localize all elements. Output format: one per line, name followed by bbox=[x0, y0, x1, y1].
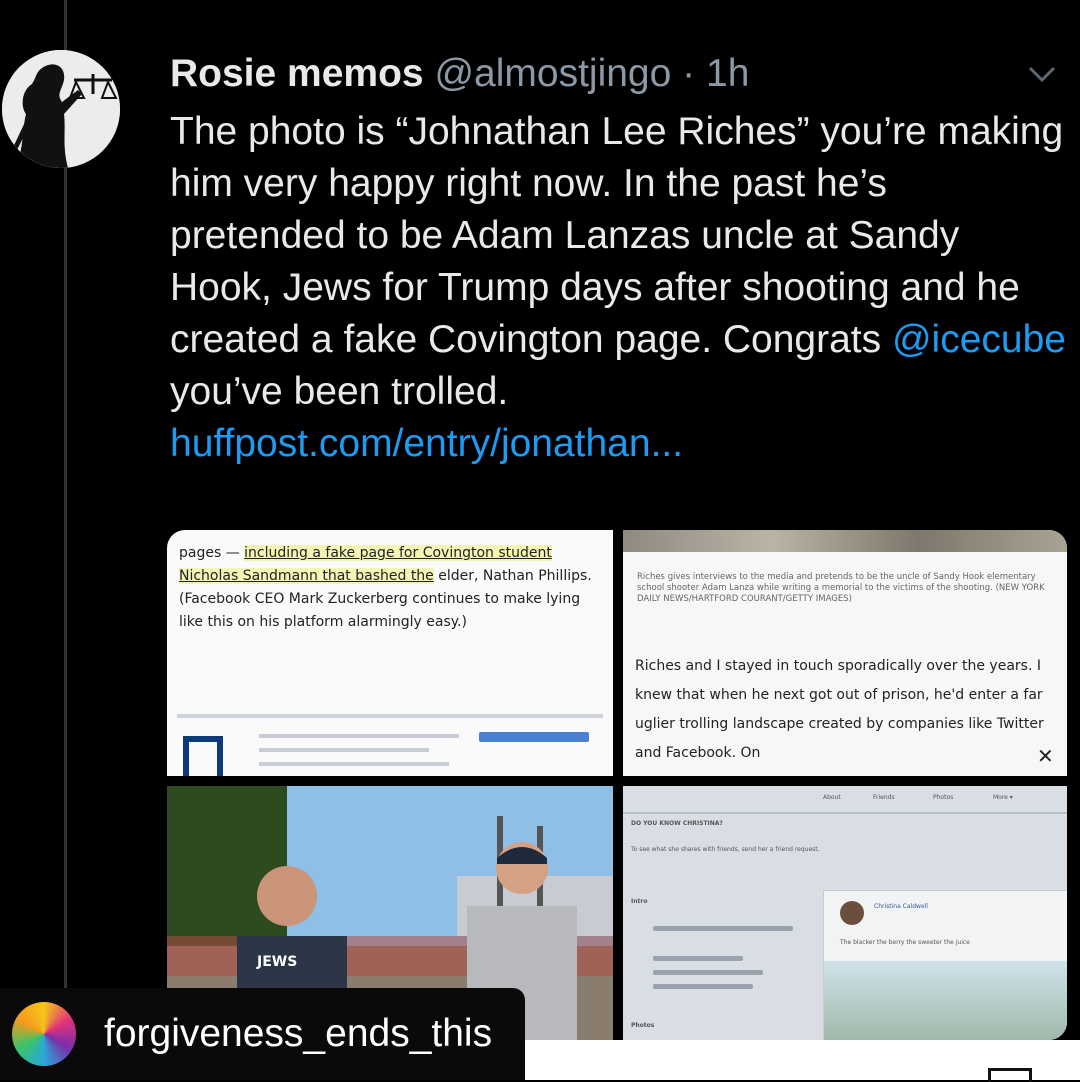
screenshot-button bbox=[479, 732, 589, 742]
article-text-start: pages — bbox=[179, 545, 245, 561]
profile-avatar[interactable] bbox=[2, 50, 120, 168]
fb-post-name: Christina Caldwell bbox=[874, 903, 928, 910]
screenshot-toolbar bbox=[177, 714, 603, 718]
fb-tab-about: About bbox=[823, 794, 841, 801]
fb-intro-line bbox=[653, 970, 763, 975]
repost-avatar[interactable] bbox=[12, 1002, 76, 1066]
fb-post-card: Christina Caldwell The blacker the berry… bbox=[823, 890, 1067, 1040]
repost-attribution[interactable]: forgiveness_ends_this bbox=[0, 988, 525, 1080]
shirt-text: JEWS bbox=[257, 954, 298, 970]
tweet-timestamp[interactable]: 1h bbox=[706, 52, 749, 95]
fb-see-prompt: To see what she shares with friends, sen… bbox=[631, 846, 820, 853]
screenshot-lines bbox=[259, 762, 449, 766]
article-text: pages — including a fake page for Coving… bbox=[179, 542, 599, 634]
separator-dot: · bbox=[682, 52, 696, 95]
fb-post-text: The blacker the berry the sweeter the ju… bbox=[840, 939, 970, 946]
close-icon[interactable]: ✕ bbox=[1037, 744, 1054, 769]
photo-caption: Riches gives interviews to the media and… bbox=[637, 572, 1045, 604]
screenshot-lines bbox=[259, 734, 459, 738]
lady-justice-icon bbox=[2, 50, 120, 168]
article-photo-strip bbox=[623, 530, 1067, 552]
chevron-down-icon[interactable] bbox=[1022, 60, 1062, 90]
user-handle[interactable]: @almostjingo bbox=[434, 52, 671, 95]
fb-intro-line bbox=[653, 984, 753, 989]
article-link[interactable]: huffpost.com/entry/jonathan... bbox=[170, 422, 683, 465]
screenshot-lines bbox=[259, 748, 429, 752]
fb-know-prompt: DO YOU KNOW CHRISTINA? bbox=[631, 820, 723, 827]
repost-username[interactable]: forgiveness_ends_this bbox=[104, 1012, 492, 1056]
fb-intro-line bbox=[653, 926, 793, 931]
tweet-text-end: you’ve been trolled. bbox=[170, 370, 509, 413]
school-logo bbox=[183, 736, 223, 776]
fb-tab-more: More ▾ bbox=[993, 794, 1013, 801]
fb-post-avatar bbox=[840, 901, 864, 925]
fb-divider bbox=[623, 812, 1067, 814]
article-body: Riches and I stayed in touch sporadicall… bbox=[635, 658, 1044, 761]
fb-intro-label: Intro bbox=[631, 898, 648, 905]
tweet-text: The photo is “Johnathan Lee Riches” you’… bbox=[170, 106, 1070, 470]
fb-tab-friends: Friends bbox=[873, 794, 895, 801]
fb-post-image bbox=[824, 961, 1067, 1040]
article-clip-riches[interactable]: Riches gives interviews to the media and… bbox=[623, 530, 1067, 776]
tweet-media-grid[interactable]: pages — including a fake page for Coving… bbox=[167, 530, 1067, 1040]
tweet-header: Rosie memos @almostjingo · 1h bbox=[170, 52, 749, 96]
mention-link[interactable]: @icecube bbox=[892, 318, 1066, 361]
fb-tab-photos: Photos bbox=[933, 794, 954, 801]
article-clip-covington[interactable]: pages — including a fake page for Coving… bbox=[167, 530, 613, 776]
display-name[interactable]: Rosie memos bbox=[170, 52, 424, 95]
facebook-screenshot[interactable]: About Friends Photos More ▾ DO YOU KNOW … bbox=[623, 786, 1067, 1040]
fb-intro-line bbox=[653, 956, 743, 961]
fb-photos-label: Photos bbox=[631, 1022, 655, 1029]
